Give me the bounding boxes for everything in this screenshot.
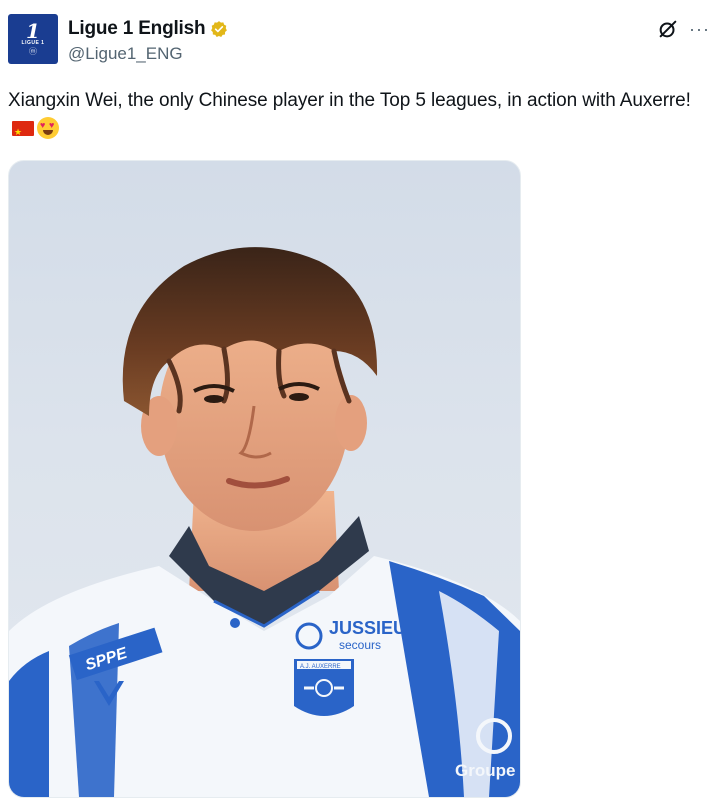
verified-badge-icon — [210, 20, 228, 38]
account-names: Ligue 1 English @Ligue1_ENG — [68, 16, 228, 64]
avatar-mark: ⓜ — [29, 46, 37, 56]
avatar-label: LIGUE 1 — [21, 39, 45, 46]
china-flag-icon — [12, 118, 34, 147]
tweet-body: Xiangxin Wei, the only Chinese player in… — [8, 90, 691, 111]
crest-text: A.J. AUXERRE — [300, 664, 341, 670]
more-options-icon[interactable]: ··· — [689, 18, 710, 40]
sponsor-main-text: JUSSIEU — [329, 618, 406, 638]
header-actions: ··· — [657, 18, 710, 40]
tweet-card: 1 LIGUE 1 ⓜ Ligue 1 English @Ligue1_ENG … — [0, 0, 720, 798]
grok-icon[interactable] — [657, 18, 679, 40]
tweet-photo[interactable]: JUSSIEU secours SPPE A.J. AUXERRE Groupe — [8, 160, 521, 798]
sponsor-sub-text: secours — [339, 638, 381, 652]
avatar-number: 1 — [26, 18, 40, 43]
account-handle[interactable]: @Ligue1_ENG — [68, 44, 228, 64]
club-crest-icon: A.J. AUXERRE — [294, 659, 354, 716]
heart-eyes-face-icon: ♥ ♥ — [37, 117, 59, 139]
corner-sponsor-text: Groupe — [455, 761, 515, 780]
display-name[interactable]: Ligue 1 English — [68, 18, 206, 40]
tweet-text: Xiangxin Wei, the only Chinese player in… — [8, 86, 716, 147]
player-photo: JUSSIEU secours SPPE A.J. AUXERRE Groupe — [9, 247, 520, 797]
avatar[interactable]: 1 LIGUE 1 ⓜ — [8, 14, 58, 64]
